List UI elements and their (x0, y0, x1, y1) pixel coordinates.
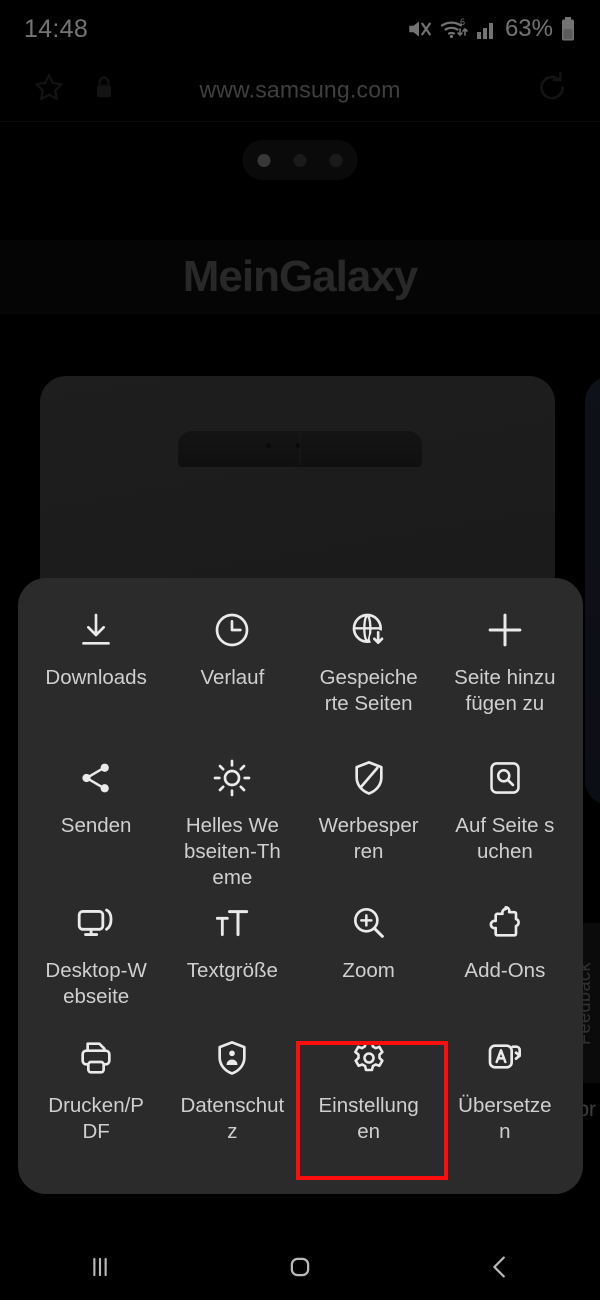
menu-item-label: Drucken/PDF (48, 1094, 144, 1143)
menu-item-desktop-webseite[interactable]: Desktop-Webseite (28, 895, 164, 1030)
shield-block-icon (349, 756, 389, 800)
home-icon[interactable] (245, 1233, 355, 1300)
shield-person-icon (212, 1036, 252, 1080)
menu-item-zoom[interactable]: Zoom (301, 895, 437, 1030)
menu-item-auf-seite-suchen[interactable]: Auf Seite suchen (437, 750, 573, 895)
download-icon (76, 608, 116, 652)
share-icon (77, 756, 115, 800)
menu-item-werbesperren[interactable]: Werbesperren (301, 750, 437, 895)
back-icon[interactable] (445, 1233, 555, 1300)
android-navigation-bar (0, 1233, 600, 1300)
browser-options-menu: Downloads Verlauf Gespeicherte Seiten Se… (18, 578, 583, 1194)
menu-item-label: Downloads (45, 666, 147, 689)
globe-download-icon (349, 608, 389, 652)
menu-item-helles-webseiten-theme[interactable]: Helles Webseiten-Theme (164, 750, 300, 895)
phone-screen: 14:48 6 (0, 0, 600, 1300)
menu-item-label: Zoom (342, 959, 395, 982)
zoom-in-icon (349, 901, 389, 945)
history-clock-icon (212, 608, 252, 652)
plus-icon (484, 608, 526, 652)
menu-item-uebersetzen[interactable]: Übersetzen (437, 1030, 573, 1165)
menu-item-label: Auf Seite suchen (455, 814, 555, 863)
menu-item-label: Add-Ons (464, 959, 546, 982)
translate-icon (485, 1036, 525, 1080)
menu-row: Senden Helles Webseiten-Theme Werbesperr… (28, 750, 573, 895)
puzzle-piece-icon (485, 901, 525, 945)
gear-icon (349, 1036, 389, 1080)
menu-item-senden[interactable]: Senden (28, 750, 164, 895)
menu-item-label: Werbesperren (318, 814, 419, 863)
menu-item-textgroesse[interactable]: Textgröße (164, 895, 300, 1030)
desktop-monitor-icon (75, 901, 117, 945)
menu-item-seite-hinzufuegen-zu[interactable]: Seite hinzufügen zu (437, 602, 573, 750)
menu-row: Drucken/PDF Datenschutz Einstellungen Üb… (28, 1030, 573, 1165)
menu-item-label: Übersetzen (458, 1094, 552, 1143)
menu-item-label: Desktop-Webseite (45, 959, 147, 1008)
menu-item-gespeicherte-seiten[interactable]: Gespeicherte Seiten (301, 602, 437, 750)
menu-row: Desktop-Webseite Textgröße Zoom Add-Ons (28, 895, 573, 1030)
menu-item-label: Senden (60, 814, 132, 837)
menu-item-downloads[interactable]: Downloads (28, 602, 164, 750)
menu-item-drucken-pdf[interactable]: Drucken/PDF (28, 1030, 164, 1165)
menu-item-label: Gespeicherte Seiten (319, 666, 418, 715)
recents-icon[interactable] (45, 1233, 155, 1300)
menu-item-label: Datenschutz (180, 1094, 285, 1143)
menu-item-label: Seite hinzufügen zu (454, 666, 556, 715)
menu-item-verlauf[interactable]: Verlauf (164, 602, 300, 750)
printer-icon (76, 1036, 116, 1080)
find-in-page-icon (486, 756, 524, 800)
menu-item-label: Einstellungen (318, 1094, 419, 1143)
menu-item-datenschutz[interactable]: Datenschutz (164, 1030, 300, 1165)
menu-item-label: Helles Webseiten-Theme (183, 814, 281, 889)
menu-item-einstellungen[interactable]: Einstellungen (301, 1030, 437, 1165)
menu-item-add-ons[interactable]: Add-Ons (437, 895, 573, 1030)
sun-brightness-icon (212, 756, 252, 800)
menu-item-label: Verlauf (200, 666, 265, 689)
text-size-icon (212, 901, 252, 945)
menu-item-label: Textgröße (186, 959, 278, 982)
menu-row: Downloads Verlauf Gespeicherte Seiten Se… (28, 602, 573, 750)
